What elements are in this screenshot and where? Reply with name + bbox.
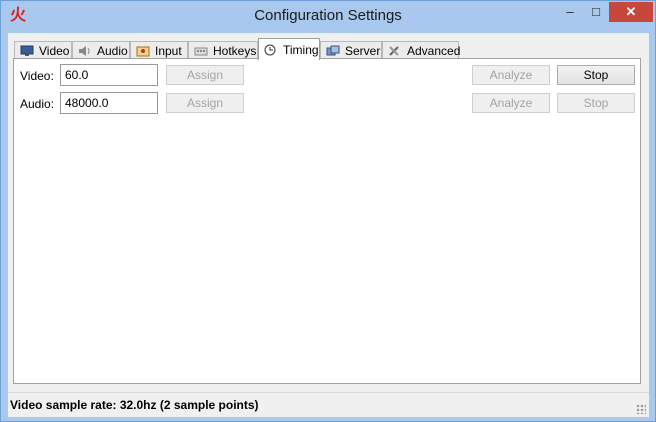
client-area: Video Audio Input Hotkeys Timing Server … xyxy=(8,33,649,417)
tab-audio[interactable]: Audio xyxy=(72,41,130,59)
tab-advanced[interactable]: Advanced xyxy=(382,41,461,59)
close-button[interactable]: ✕ xyxy=(609,2,653,22)
minimize-button[interactable]: – xyxy=(557,2,583,22)
tab-advanced-label: Advanced xyxy=(407,43,461,58)
status-text: Video sample rate: 32.0hz (2 sample poin… xyxy=(10,398,259,412)
tab-input-label: Input xyxy=(155,43,182,58)
window: 火 Configuration Settings – □ ✕ Video Aud… xyxy=(0,0,656,422)
audio-label: Audio: xyxy=(20,97,55,111)
tab-server-label: Server xyxy=(345,43,381,58)
input-icon xyxy=(136,45,150,57)
tab-server[interactable]: Server xyxy=(320,41,382,59)
keyboard-icon xyxy=(194,45,208,57)
tab-hotkeys-label: Hotkeys xyxy=(213,43,257,58)
tab-input[interactable]: Input xyxy=(130,41,188,59)
title-bar[interactable]: 火 Configuration Settings – □ ✕ xyxy=(1,1,655,33)
video-rate-field[interactable]: 60.0 xyxy=(60,64,158,86)
tab-hotkeys[interactable]: Hotkeys xyxy=(188,41,258,59)
clock-icon xyxy=(264,44,278,56)
speaker-icon xyxy=(78,45,92,57)
resize-grip-icon[interactable] xyxy=(636,404,646,414)
video-stop-button[interactable]: Stop xyxy=(557,65,635,85)
status-bar: Video sample rate: 32.0hz (2 sample poin… xyxy=(8,392,649,417)
video-analyze-button[interactable]: Analyze xyxy=(472,65,550,85)
audio-stop-button[interactable]: Stop xyxy=(557,93,635,113)
tab-video-label: Video xyxy=(39,43,70,58)
maximize-button[interactable]: □ xyxy=(583,2,609,22)
audio-assign-button[interactable]: Assign xyxy=(166,93,244,113)
monitor-icon xyxy=(20,45,34,57)
tab-audio-label: Audio xyxy=(97,43,128,58)
audio-rate-field[interactable]: 48000.0 xyxy=(60,92,158,114)
tools-icon xyxy=(388,45,402,57)
video-assign-button[interactable]: Assign xyxy=(166,65,244,85)
tab-timing[interactable]: Timing xyxy=(258,38,320,60)
tab-timing-label: Timing xyxy=(283,42,319,57)
video-label: Video: xyxy=(20,69,54,83)
server-icon xyxy=(326,45,340,57)
tab-video[interactable]: Video xyxy=(14,41,72,59)
timing-panel: Video: 60.0 Assign Analyze Stop Audio: 4… xyxy=(13,58,641,384)
audio-analyze-button[interactable]: Analyze xyxy=(472,93,550,113)
